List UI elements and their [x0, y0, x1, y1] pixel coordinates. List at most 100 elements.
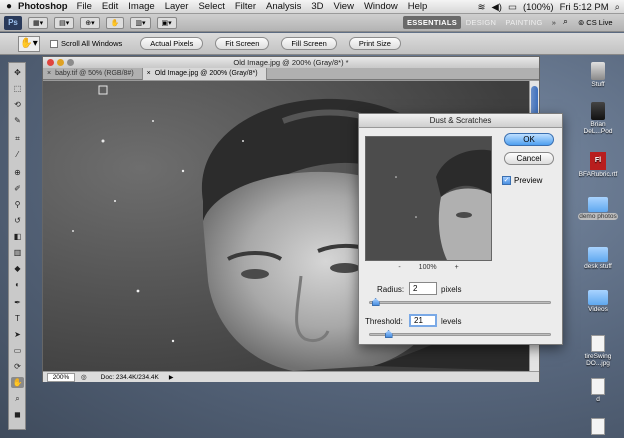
healing-brush-tool-icon[interactable]: ⊕ — [11, 167, 24, 178]
marquee-tool-icon[interactable]: ⬚ — [11, 83, 24, 94]
desktop-icon-demo-photos[interactable]: demo photos — [578, 197, 618, 220]
desktop-icon-stuff[interactable]: Stuff — [578, 62, 618, 88]
workspace-painting[interactable]: PAINTING — [501, 16, 547, 29]
arrange-docs-button[interactable]: ▥▾ — [130, 16, 151, 29]
folder-icon — [588, 247, 608, 262]
tools-panel: ✥ ⬚ ⟲ ✎ ⌗ ⁄ ⊕ ✐ ⚲ ↺ ◧ ▥ ◆ ◐ ✒ T ➤ ▭ ⟳ ✋ … — [8, 62, 26, 430]
blur-tool-icon[interactable]: ◆ — [11, 263, 24, 274]
menu-clock[interactable]: Fri 5:12 PM — [560, 2, 609, 13]
menu-filter[interactable]: Filter — [235, 1, 256, 12]
image-file-icon — [591, 335, 605, 352]
zoom-out-button[interactable]: - — [398, 264, 400, 271]
clone-stamp-tool-icon[interactable]: ⚲ — [11, 199, 24, 210]
dialog-title[interactable]: Dust & Scratches — [359, 114, 562, 128]
3d-rotate-tool-icon[interactable]: ⟳ — [11, 361, 24, 372]
zoom-in-button[interactable]: + — [455, 264, 459, 271]
workspace-design[interactable]: DESIGN — [463, 16, 499, 29]
fit-screen-button[interactable]: Fit Screen — [215, 37, 270, 50]
preview-zoom-level: 100% — [418, 264, 437, 271]
cancel-button[interactable]: Cancel — [504, 152, 554, 165]
tab-close-icon[interactable]: × — [47, 70, 51, 77]
move-tool-icon[interactable]: ✥ — [11, 67, 24, 78]
status-menu-icon[interactable]: ◎ — [81, 373, 87, 381]
ps-logo-icon: Ps — [4, 15, 22, 30]
minimize-window-icon[interactable] — [57, 59, 64, 66]
crop-tool-icon[interactable]: ⌗ — [11, 133, 24, 144]
options-bar: ✋▾ Scroll All Windows Actual Pixels Fit … — [0, 33, 624, 55]
tab-close-icon[interactable]: × — [147, 70, 151, 77]
volume-icon[interactable]: ◀) — [491, 2, 501, 13]
type-tool-icon[interactable]: T — [11, 313, 24, 324]
battery-icon[interactable]: ▭ — [508, 2, 517, 13]
zoom-level-field[interactable]: 200% — [47, 372, 75, 382]
menu-window[interactable]: Window — [364, 1, 398, 12]
menu-help[interactable]: Help — [408, 1, 428, 12]
hand-tool-icon[interactable]: ✋ — [11, 377, 24, 388]
quick-selection-tool-icon[interactable]: ✎ — [11, 115, 24, 126]
brush-tool-icon[interactable]: ✐ — [11, 183, 24, 194]
search-icon[interactable]: ⌕ — [563, 16, 575, 29]
lasso-tool-icon[interactable]: ⟲ — [11, 99, 24, 110]
history-brush-tool-icon[interactable]: ↺ — [11, 215, 24, 226]
zoom-window-icon[interactable] — [67, 59, 74, 66]
menu-layer[interactable]: Layer — [165, 1, 189, 12]
cs-live-button[interactable]: ⊚ CS Live — [578, 16, 613, 29]
preview-checkbox[interactable]: ✓ Preview — [502, 176, 542, 185]
spotlight-icon[interactable]: ⌕ — [615, 2, 620, 13]
threshold-slider[interactable] — [369, 330, 551, 338]
desktop-icon-videos[interactable]: Videos — [578, 290, 618, 313]
menu-3d[interactable]: 3D — [311, 1, 323, 12]
radius-slider-thumb[interactable] — [371, 298, 380, 306]
checkmark-icon[interactable]: ✓ — [502, 176, 511, 185]
minibridge-button[interactable]: ▤▾ — [54, 16, 75, 29]
hand-mode-button[interactable]: ✋ — [105, 16, 125, 29]
filter-preview[interactable] — [365, 136, 492, 261]
path-selection-tool-icon[interactable]: ➤ — [11, 329, 24, 340]
preview-label: Preview — [514, 176, 543, 185]
desktop-icon-ipod[interactable]: Brian DeL...Pod — [578, 102, 618, 135]
zoom-level-button[interactable]: ⊕▾ — [80, 16, 100, 29]
close-window-icon[interactable] — [47, 59, 54, 66]
tool-preset-hand-icon[interactable]: ✋▾ — [18, 35, 40, 52]
tab-old-image[interactable]: × Old Image.jpg @ 200% (Gray/8*) — [142, 68, 267, 80]
menu-edit[interactable]: Edit — [102, 1, 118, 12]
print-size-button[interactable]: Print Size — [348, 37, 401, 50]
actual-pixels-button[interactable]: Actual Pixels — [140, 37, 204, 50]
scroll-all-windows-checkbox[interactable]: Scroll All Windows — [50, 39, 122, 48]
pen-tool-icon[interactable]: ✒ — [11, 297, 24, 308]
wifi-icon[interactable]: ≋ — [478, 2, 486, 13]
desktop-icon-d[interactable]: d — [578, 378, 618, 403]
checkbox-box[interactable] — [50, 39, 58, 48]
color-swatches-icon[interactable]: ◼ — [11, 409, 24, 420]
bridge-button[interactable]: ▦▾ — [28, 16, 49, 29]
gradient-tool-icon[interactable]: ▥ — [11, 247, 24, 258]
menu-analysis[interactable]: Analysis — [266, 1, 301, 12]
ok-button[interactable]: OK — [504, 133, 554, 146]
desktop-icon-file[interactable] — [578, 418, 618, 436]
threshold-slider-thumb[interactable] — [384, 330, 393, 338]
menu-view[interactable]: View — [334, 1, 354, 12]
fill-screen-button[interactable]: Fill Screen — [281, 37, 337, 50]
desktop-icon-tireswing[interactable]: tireSwing DO...jpg — [578, 335, 618, 367]
workspace-more-button[interactable]: » — [548, 16, 560, 29]
threshold-input[interactable]: 21 — [409, 314, 437, 327]
menu-image[interactable]: Image — [128, 1, 154, 12]
dodge-tool-icon[interactable]: ◐ — [11, 279, 24, 290]
radius-slider[interactable] — [369, 298, 551, 306]
workspace-essentials[interactable]: ESSENTIALS — [403, 16, 461, 29]
desktop-icon-rubric[interactable]: Fl BFARubric.rtf — [578, 152, 618, 178]
screen-mode-button[interactable]: ▣▾ — [156, 16, 177, 29]
menu-app-name[interactable]: Photoshop — [18, 1, 68, 12]
desktop-icon-desk-stuff[interactable]: desk stuff — [578, 247, 618, 270]
apple-icon[interactable]: ● — [0, 1, 18, 12]
shape-tool-icon[interactable]: ▭ — [11, 345, 24, 356]
menu-file[interactable]: File — [77, 1, 92, 12]
eyedropper-tool-icon[interactable]: ⁄ — [11, 149, 24, 160]
eraser-tool-icon[interactable]: ◧ — [11, 231, 24, 242]
document-title-bar[interactable]: Old Image.jpg @ 200% (Gray/8*) * — [43, 57, 539, 68]
zoom-tool-icon[interactable]: ⌕ — [11, 393, 24, 404]
status-arrow-icon[interactable]: ▶ — [169, 374, 174, 381]
radius-input[interactable]: 2 — [409, 282, 437, 295]
menu-select[interactable]: Select — [198, 1, 224, 12]
tab-baby[interactable]: × baby.tif @ 50% (RGB/8#) — [43, 68, 143, 80]
